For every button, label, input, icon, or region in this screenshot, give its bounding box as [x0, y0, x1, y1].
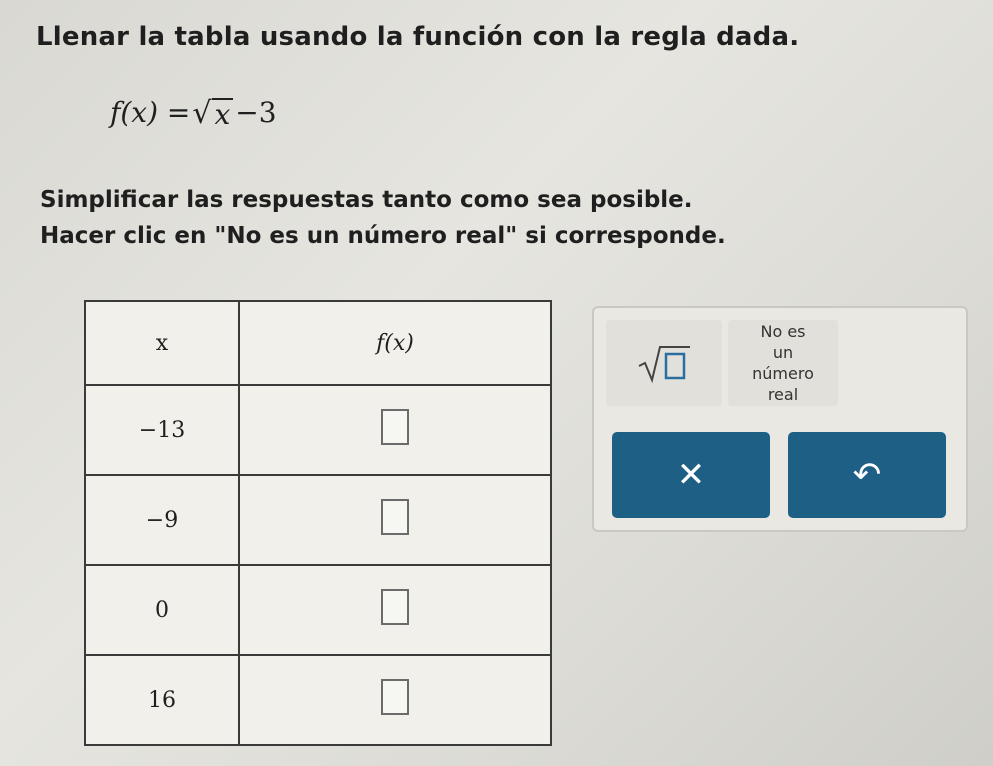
fx-cell [238, 654, 552, 746]
formula-radicand: x [211, 97, 234, 129]
formula-sqrt: √ x [192, 96, 234, 131]
not-real-label-line: No es [760, 322, 806, 341]
close-icon: ✕ [676, 455, 706, 495]
header-fx: f(x) [238, 300, 552, 386]
answer-input[interactable] [381, 499, 409, 535]
math-toolbar: No es un número real ✕ ↶ [592, 306, 968, 532]
header-x: x [84, 300, 240, 386]
x-value: 16 [84, 654, 240, 746]
answer-input[interactable] [381, 679, 409, 715]
function-formula: f(x) = √ x −3 [110, 96, 277, 129]
not-real-label-line: real [767, 385, 799, 404]
fx-cell [238, 474, 552, 566]
instructions-line-1: Simplificar las respuestas tanto como se… [40, 187, 693, 213]
table-row: 0 [84, 564, 552, 656]
fx-cell [238, 564, 552, 656]
table-row: 16 [84, 654, 552, 746]
answer-input[interactable] [381, 589, 409, 625]
table-row: −13 [84, 384, 552, 476]
sqrt-template-icon [638, 346, 690, 384]
undo-button[interactable]: ↶ [788, 432, 946, 518]
fx-cell [238, 384, 552, 476]
undo-icon: ↶ [852, 455, 882, 495]
x-value: 0 [84, 564, 240, 656]
instructions-body: Simplificar las respuestas tanto como se… [40, 182, 726, 254]
x-value: −9 [84, 474, 240, 566]
clear-button[interactable]: ✕ [612, 432, 770, 518]
not-real-label: No es un número real [752, 321, 814, 405]
instructions-title: Llenar la tabla usando la función con la… [36, 22, 800, 52]
table-header-row: x f(x) [84, 300, 552, 386]
not-real-label-line: un [772, 343, 794, 362]
answer-input[interactable] [381, 409, 409, 445]
table-row: −9 [84, 474, 552, 566]
values-table: x f(x) −13 −9 0 16 [84, 300, 552, 746]
formula-rest: −3 [235, 96, 277, 129]
not-real-number-button[interactable]: No es un número real [728, 320, 838, 406]
x-value: −13 [84, 384, 240, 476]
not-real-label-line: número [752, 364, 814, 383]
sqrt-button[interactable] [606, 320, 722, 406]
formula-lhs: f(x) = [110, 96, 191, 129]
instructions-line-2: Hacer clic en "No es un número real" si … [40, 223, 726, 249]
radical-sign: √ [192, 96, 212, 131]
